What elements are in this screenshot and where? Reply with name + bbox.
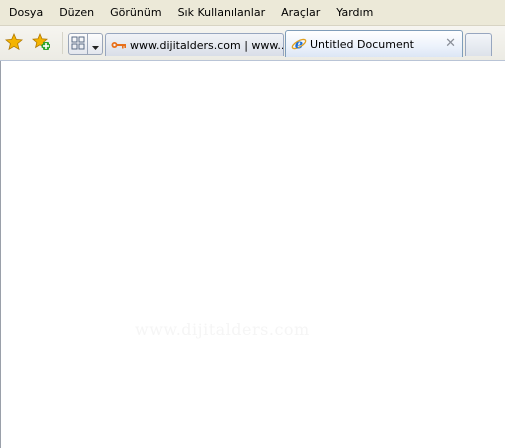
menu-help[interactable]: Yardım bbox=[328, 3, 381, 23]
tab-untitled-document[interactable]: e Untitled Document ✕ bbox=[285, 30, 463, 57]
toolbar-separator bbox=[62, 32, 63, 54]
menu-tools[interactable]: Araçlar bbox=[273, 3, 328, 23]
watermark: www.dijitalders.com bbox=[135, 320, 310, 339]
menu-file[interactable]: Dosya bbox=[0, 3, 51, 23]
new-tab-button[interactable] bbox=[465, 33, 492, 56]
menu-view[interactable]: Görünüm bbox=[102, 3, 169, 23]
tab-label: www.dijitalders.com | www.... bbox=[130, 38, 283, 52]
tab-toolbar: www.dijitalders.com | www.... e Untitled… bbox=[0, 26, 505, 61]
menu-favorites[interactable]: Sık Kullanılanlar bbox=[170, 3, 274, 23]
menu-edit[interactable]: Düzen bbox=[51, 3, 102, 23]
ie-logo-icon: e bbox=[291, 36, 307, 52]
menu-bar: Dosya Düzen Görünüm Sık Kullanılanlar Ar… bbox=[0, 0, 505, 26]
key-icon bbox=[111, 37, 127, 53]
svg-text:e: e bbox=[295, 38, 303, 53]
tab-dijitalders[interactable]: www.dijitalders.com | www.... bbox=[105, 33, 284, 56]
favorites-star-icon[interactable] bbox=[4, 32, 24, 52]
add-to-favorites-icon[interactable] bbox=[31, 32, 51, 52]
tab-list-button[interactable] bbox=[88, 33, 103, 55]
quick-tabs-grid-icon bbox=[71, 35, 85, 54]
tab-label: Untitled Document bbox=[310, 37, 414, 51]
quick-tabs-button[interactable] bbox=[68, 33, 88, 55]
close-tab-icon[interactable]: ✕ bbox=[445, 37, 456, 50]
page-content: www.dijitalders.com bbox=[0, 61, 505, 448]
chevron-down-icon bbox=[91, 35, 99, 54]
